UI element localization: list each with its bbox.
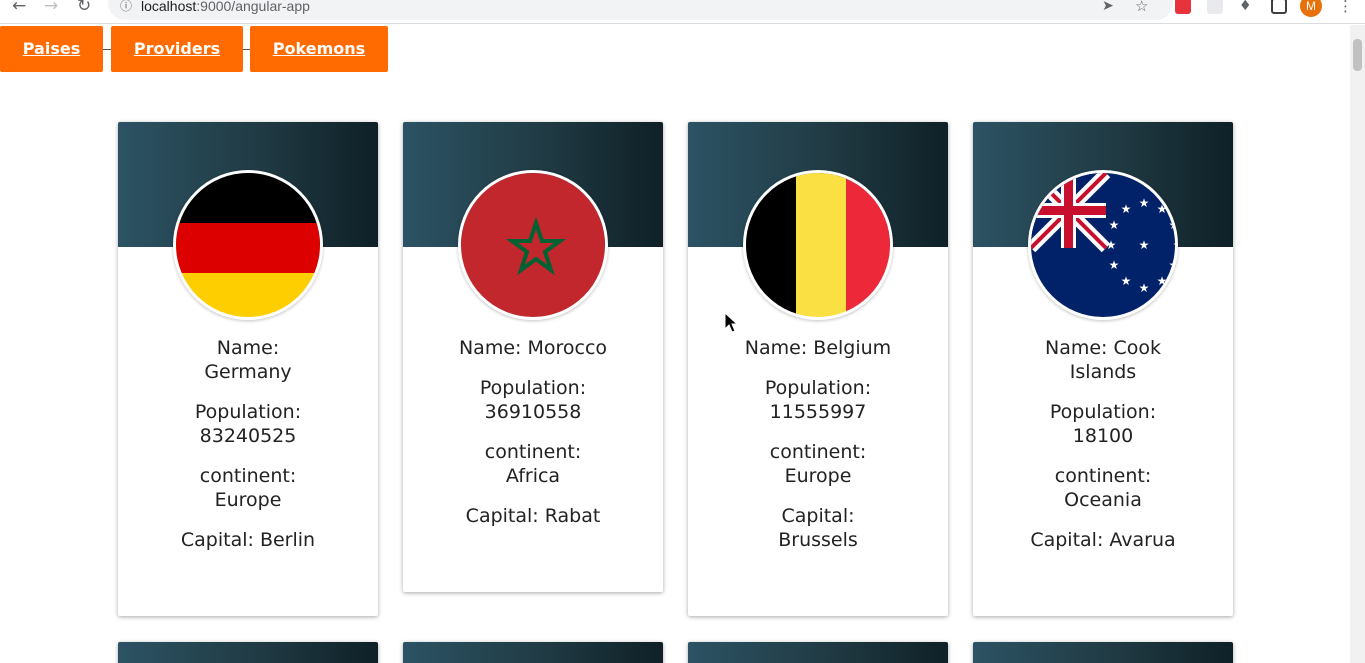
belgium-flag [743, 170, 893, 320]
url-host: localhost [141, 0, 197, 14]
bookmark-star-icon[interactable]: ☆ [1135, 0, 1148, 14]
scrollbar-thumb[interactable] [1353, 39, 1362, 71]
svg-text:★: ★ [1169, 258, 1178, 272]
country-card [403, 642, 663, 663]
country-info: Name: Morocco Population: 36910558 conti… [403, 336, 663, 544]
nav-button-paises[interactable]: Paises [0, 26, 103, 72]
card-banner [403, 642, 663, 663]
site-info-icon[interactable]: ⓘ [120, 0, 132, 12]
page-scrollbar[interactable] [1350, 25, 1365, 663]
address-bar[interactable]: ⓘ localhost:9000/angular-app [108, 0, 1173, 20]
country-card [688, 642, 948, 663]
country-capital: Capital: Avarua [1030, 529, 1176, 551]
nav-button-providers[interactable]: Providers [111, 26, 243, 72]
svg-text:★: ★ [1139, 281, 1150, 295]
country-card [118, 642, 378, 663]
extension-icon[interactable] [1207, 0, 1223, 14]
forward-icon[interactable]: → [44, 0, 58, 15]
country-population: Population: 36910558 [479, 377, 587, 423]
nav-separator [103, 49, 111, 50]
country-population: Population: 83240525 [194, 401, 302, 447]
country-card: ★ ★ ★ ★ ★ ★ ★ ★ ★ ★ ★ ★ ★ Name: Cook Isl… [973, 122, 1233, 616]
svg-text:★: ★ [1157, 274, 1168, 288]
morocco-flag [458, 170, 608, 320]
svg-text:★: ★ [1109, 258, 1120, 272]
back-icon[interactable]: ← [12, 0, 26, 15]
svg-text:★: ★ [1157, 202, 1168, 216]
url-path: :9000/angular-app [196, 0, 310, 14]
country-card: Name: Germany Population: 83240525 conti… [118, 122, 378, 616]
card-banner [688, 642, 948, 663]
card-banner [118, 642, 378, 663]
country-card [973, 642, 1233, 663]
reload-icon[interactable]: ↻ [77, 0, 91, 15]
country-population: Population: 18100 [1049, 401, 1157, 447]
svg-text:★: ★ [1121, 274, 1132, 288]
country-continent: continent: Oceania [1054, 465, 1152, 511]
country-name: Name: Morocco [458, 337, 608, 359]
country-population: Population: 11555997 [764, 377, 872, 423]
cook-islands-flag: ★ ★ ★ ★ ★ ★ ★ ★ ★ ★ ★ ★ ★ [1028, 170, 1178, 320]
country-info: Name: Germany Population: 83240525 conti… [118, 336, 378, 568]
country-card: Name: Belgium Population: 11555997 conti… [688, 122, 948, 616]
side-panel-icon[interactable] [1271, 0, 1287, 14]
country-name: Name: Cook Islands [1044, 337, 1161, 383]
country-card: Name: Morocco Population: 36910558 conti… [403, 122, 663, 592]
nav-button-pokemons[interactable]: Pokemons [250, 26, 388, 72]
country-continent: continent: Europe [199, 465, 297, 511]
country-name: Name: Belgium [744, 337, 892, 359]
svg-text:★: ★ [1139, 238, 1150, 252]
send-icon[interactable]: ➤ [1102, 0, 1114, 14]
extensions-puzzle-icon[interactable]: ♦ [1239, 0, 1252, 14]
profile-avatar[interactable]: M [1300, 0, 1322, 17]
germany-flag [173, 170, 323, 320]
country-continent: continent: Europe [769, 441, 867, 487]
svg-text:★: ★ [1121, 202, 1132, 216]
country-capital: Capital: Rabat [465, 505, 601, 527]
country-capital: Capital: Brussels [778, 505, 858, 551]
country-info: Name: Belgium Population: 11555997 conti… [688, 336, 948, 568]
svg-text:★: ★ [1106, 238, 1117, 252]
adblock-extension-icon[interactable] [1175, 0, 1191, 14]
country-capital: Capital: Berlin [180, 529, 316, 551]
mouse-cursor-icon [724, 312, 739, 333]
card-banner [973, 642, 1233, 663]
svg-text:★: ★ [1173, 238, 1178, 252]
menu-kebab-icon[interactable]: ⋮ [1338, 0, 1353, 14]
svg-text:★: ★ [1109, 218, 1120, 232]
country-name: Name: Germany [204, 337, 292, 383]
browser-toolbar: ← → ↻ ⓘ localhost:9000/angular-app ➤ ☆ ♦… [0, 0, 1365, 24]
svg-text:★: ★ [1139, 196, 1150, 210]
country-info: Name: Cook Islands Population: 18100 con… [973, 336, 1233, 568]
url-text: localhost:9000/angular-app [141, 0, 310, 13]
country-continent: continent: Africa [484, 441, 582, 487]
page-content: Paises Providers Pokemons Name: Germany … [0, 25, 1350, 663]
